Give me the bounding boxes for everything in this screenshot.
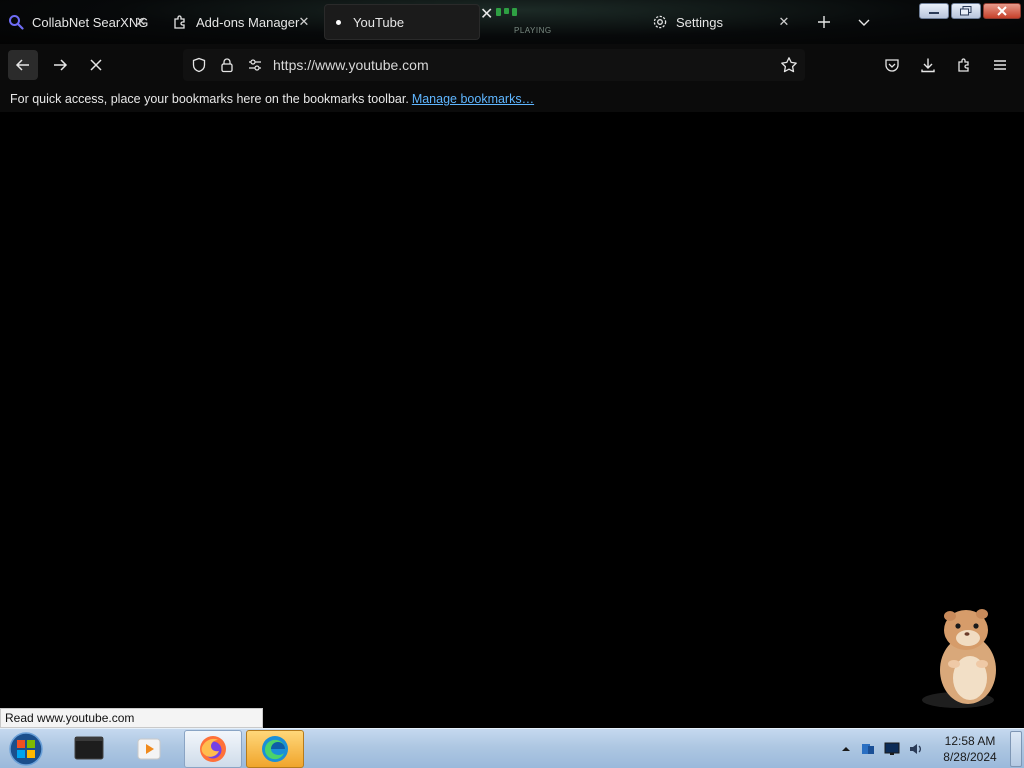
display-tray-icon[interactable] <box>884 741 900 757</box>
tab-title: Settings <box>676 14 723 30</box>
stop-loading-button[interactable] <box>81 50 111 80</box>
gear-icon <box>652 14 668 30</box>
downloads-button[interactable] <box>913 50 943 80</box>
navigation-toolbar: https://www.youtube.com <box>0 44 1024 86</box>
minimize-button[interactable] <box>919 3 949 19</box>
tab-searxng[interactable]: CollabNet SearXNG ✕ <box>8 4 153 40</box>
media-playing-indicator: PLAYING ✕ <box>480 4 620 40</box>
link-status-bar: Read www.youtube.com <box>0 708 263 728</box>
terminal-taskbar-item[interactable] <box>60 730 118 768</box>
magnifier-icon <box>8 14 24 30</box>
loading-indicator-icon <box>336 19 341 25</box>
address-bar[interactable]: https://www.youtube.com <box>183 49 805 81</box>
tab-title: CollabNet SearXNG <box>32 14 149 30</box>
bookmarks-hint-text: For quick access, place your bookmarks h… <box>10 92 409 106</box>
tab-youtube[interactable]: YouTube <box>324 4 480 40</box>
system-tray: 12:58 AM 8/28/2024 <box>834 729 1024 768</box>
bookmark-star-icon[interactable] <box>779 55 799 75</box>
manage-bookmarks-link[interactable]: Manage bookmarks… <box>412 92 534 106</box>
window-controls <box>919 3 1021 19</box>
restore-button[interactable] <box>951 3 981 19</box>
show-hidden-icons-chevron-icon[interactable] <box>838 741 854 757</box>
hamster-desktop-pet-image <box>918 602 1008 712</box>
puzzle-icon <box>172 14 188 30</box>
tracking-protection-shield-icon[interactable] <box>189 55 209 75</box>
close-icon[interactable]: ✕ <box>133 14 149 30</box>
tab-title: Add-ons Manager <box>196 14 300 30</box>
hamburger-menu-button[interactable] <box>985 50 1015 80</box>
lock-icon[interactable] <box>217 55 237 75</box>
taskbar: 12:58 AM 8/28/2024 <box>0 728 1024 768</box>
tab-addons[interactable]: Add-ons Manager ✕ <box>172 4 318 40</box>
pocket-button[interactable] <box>877 50 907 80</box>
volume-tray-icon[interactable] <box>908 741 924 757</box>
new-tab-button[interactable] <box>814 12 834 32</box>
url-text[interactable]: https://www.youtube.com <box>273 57 429 73</box>
firefox-taskbar-item[interactable] <box>184 730 242 768</box>
clock-time: 12:58 AM <box>944 734 996 748</box>
tab-settings[interactable]: Settings ✕ <box>652 4 798 40</box>
tab-title: YouTube <box>353 14 405 30</box>
start-button[interactable] <box>6 730 46 768</box>
show-desktop-button[interactable] <box>1010 731 1022 767</box>
network-tray-icon[interactable] <box>860 741 876 757</box>
permissions-sliders-icon[interactable] <box>245 55 265 75</box>
bookmarks-toolbar: For quick access, place your bookmarks h… <box>0 86 1024 112</box>
equalizer-icon <box>496 8 517 16</box>
tab-strip: CollabNet SearXNG ✕ Add-ons Manager ✕ Yo… <box>0 0 1024 44</box>
page-content-area[interactable] <box>0 112 1024 728</box>
close-icon[interactable]: ✕ <box>776 14 792 30</box>
playing-label: PLAYING <box>514 26 552 35</box>
extensions-button[interactable] <box>949 50 979 80</box>
tab-list-button[interactable] <box>854 12 874 32</box>
back-button[interactable] <box>8 50 38 80</box>
taskbar-clock[interactable]: 12:58 AM 8/28/2024 <box>940 733 1000 765</box>
forward-button[interactable] <box>45 50 75 80</box>
edge-taskbar-item[interactable] <box>246 730 304 768</box>
media-player-taskbar-item[interactable] <box>120 730 178 768</box>
close-icon[interactable]: ✕ <box>296 14 312 30</box>
clock-date: 8/28/2024 <box>943 750 997 764</box>
close-icon[interactable]: ✕ <box>480 6 493 23</box>
close-window-button[interactable] <box>983 3 1021 19</box>
